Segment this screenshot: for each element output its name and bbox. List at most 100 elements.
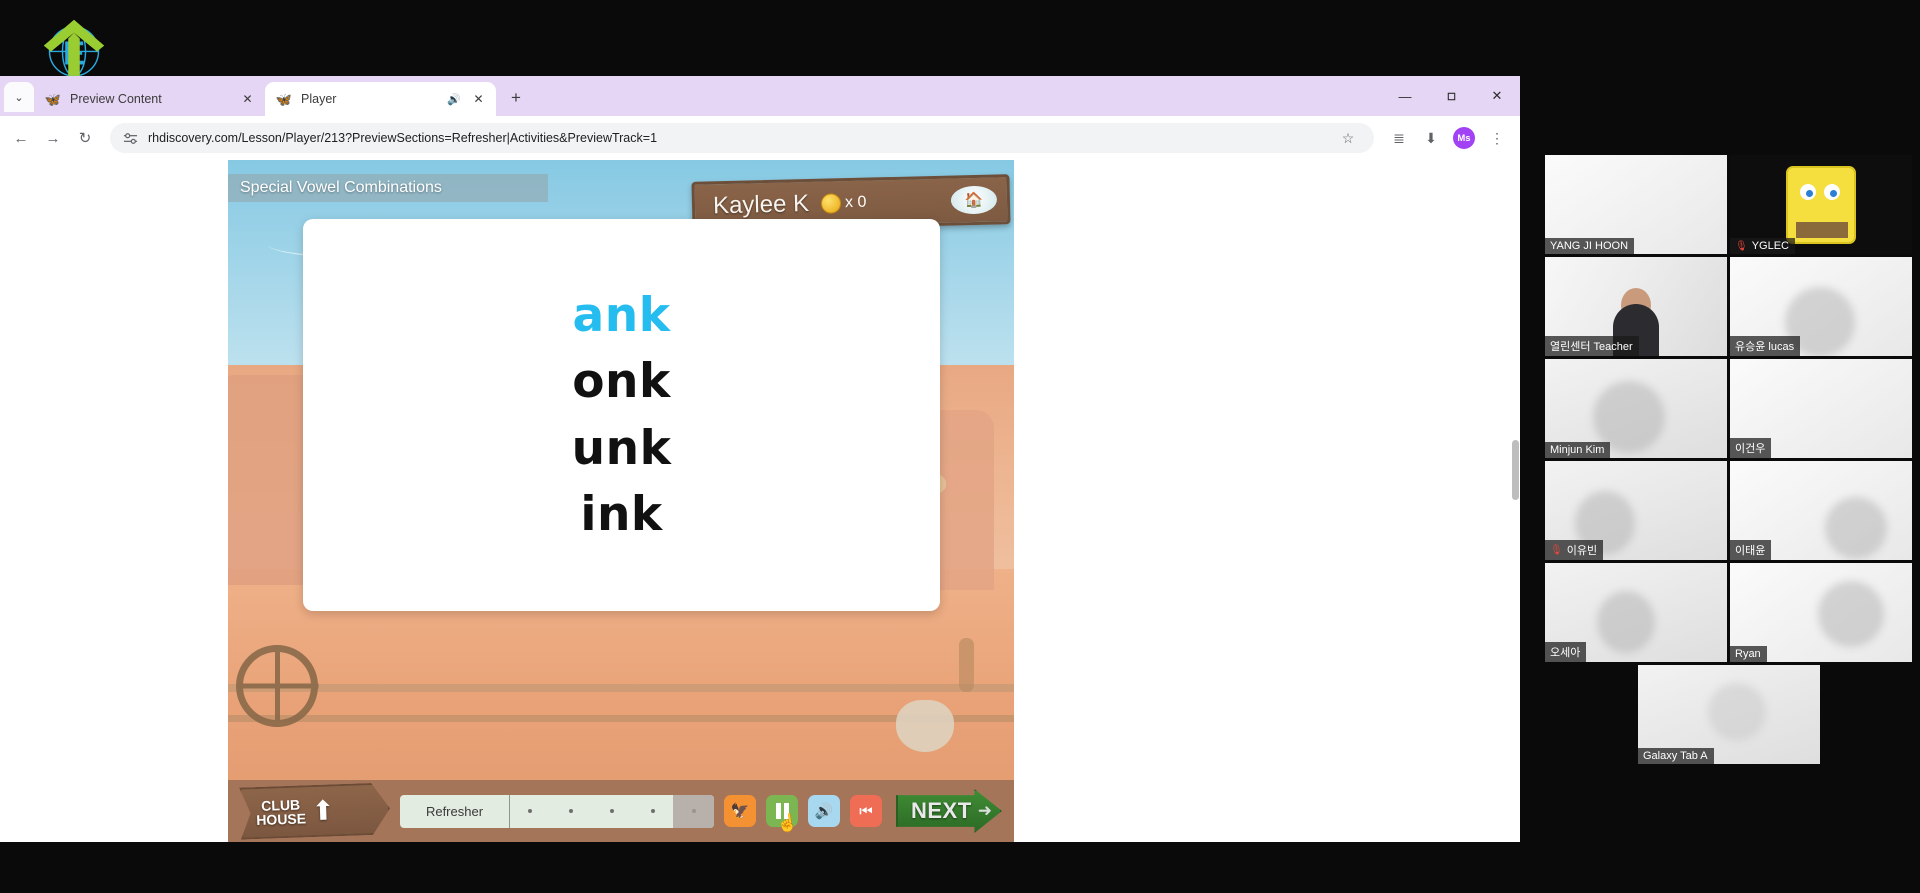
track-segment[interactable] — [510, 794, 551, 828]
word-card: ank onk unk ink — [303, 219, 940, 611]
fence-rail — [228, 684, 1014, 692]
activity-icon-button[interactable]: 🦅 — [724, 795, 756, 827]
word-item-unk[interactable]: unk — [572, 423, 672, 473]
track-dot — [528, 809, 533, 813]
lesson-title-banner: Special Vowel Combinations — [228, 174, 548, 202]
participant-name: Ryan — [1735, 648, 1761, 660]
window-controls: — ✕ — [1382, 76, 1520, 116]
video-row: YANG JI HOON 🎙 YGLEC — [1545, 155, 1913, 254]
track-dot — [569, 809, 574, 813]
participant-label: 이태윤 — [1730, 540, 1772, 560]
blurred-person — [1825, 497, 1887, 559]
tab-close-icon[interactable]: ✕ — [239, 91, 256, 108]
video-tile-galaxy-tab-a[interactable]: Galaxy Tab A — [1638, 665, 1820, 764]
tune-icon — [123, 132, 138, 144]
track-dot — [691, 809, 696, 813]
browser-window: ⌄ 🦋 Preview Content ✕ 🦋 Player 🔊 ✕ + — ✕… — [0, 76, 1520, 842]
video-tile-ryan[interactable]: Ryan — [1730, 563, 1912, 662]
new-tab-button[interactable]: + — [502, 84, 530, 112]
video-tile-oseah[interactable]: 오세아 — [1545, 563, 1727, 662]
tab-search-button[interactable]: ⌄ — [4, 82, 34, 112]
participant-name: 이건우 — [1735, 443, 1766, 455]
video-row: Galaxy Tab A — [1545, 665, 1913, 764]
tab-close-icon[interactable]: ✕ — [470, 91, 487, 108]
scrollbar-thumb[interactable] — [1512, 440, 1519, 500]
video-tile-igeonwoo[interactable]: 이건우 — [1730, 359, 1912, 458]
video-tile-iyubin[interactable]: 🎙 이유빈 — [1545, 461, 1727, 560]
downloads-icon[interactable]: ⬇ — [1416, 123, 1446, 153]
profile-avatar[interactable]: Ms — [1453, 127, 1475, 149]
tab-player[interactable]: 🦋 Player 🔊 ✕ — [265, 82, 496, 116]
video-tile-lucas[interactable]: 유승윤 lucas — [1730, 257, 1912, 356]
clubhouse-button[interactable]: CLUB HOUSE ⬆ — [239, 782, 391, 839]
cactus — [959, 638, 974, 692]
participant-label: 유승윤 lucas — [1730, 336, 1801, 356]
site-settings-icon[interactable] — [122, 130, 139, 147]
video-tile-minjun-kim[interactable]: Minjun Kim — [1545, 359, 1727, 458]
clubhouse-label: CLUB HOUSE — [256, 797, 307, 827]
word-item-onk[interactable]: onk — [572, 357, 671, 407]
video-tile-yglec[interactable]: 🎙 YGLEC — [1730, 155, 1912, 254]
forward-button[interactable]: → — [38, 123, 68, 153]
up-arrow-icon: ⬆ — [311, 794, 335, 826]
page-viewport: Special Vowel Combinations Kaylee K x 0 … — [0, 160, 1520, 842]
url-text[interactable]: rhdiscovery.com/Lesson/Player/213?Previe… — [148, 131, 1325, 145]
tab-label: Player — [301, 92, 337, 106]
mic-muted-icon: 🎙 — [1735, 240, 1748, 252]
blurred-person — [1818, 581, 1884, 647]
track-dot — [609, 809, 614, 813]
next-button[interactable]: NEXT ➜ — [896, 789, 1002, 833]
progress-track[interactable]: Refresher — [400, 794, 714, 828]
participant-name: 이태윤 — [1735, 545, 1766, 557]
pants-icon — [1796, 221, 1848, 238]
participant-label: Minjun Kim — [1545, 442, 1611, 458]
address-bar[interactable]: rhdiscovery.com/Lesson/Player/213?Previe… — [110, 123, 1374, 153]
participant-label: 이건우 — [1730, 438, 1772, 458]
lesson-control-bar: CLUB HOUSE ⬆ Refresher 🦅 🔊 ⏮ NEXT ➜ ☝ — [228, 780, 1014, 842]
page-scrollbar[interactable] — [1511, 160, 1520, 842]
video-tile-yang-ji-hoon[interactable]: YANG JI HOON — [1545, 155, 1727, 254]
minimize-button[interactable]: — — [1382, 76, 1428, 116]
browser-menu-icon[interactable]: ⋮ — [1482, 123, 1512, 153]
participant-label: Galaxy Tab A — [1638, 748, 1714, 764]
participant-name: 이유빈 — [1566, 545, 1598, 557]
bookmark-star-icon[interactable]: ☆ — [1334, 124, 1362, 152]
reload-button[interactable]: ↻ — [70, 123, 100, 153]
pause-button[interactable] — [766, 795, 798, 827]
student-name: Kaylee K — [712, 190, 810, 220]
money-bag — [896, 700, 954, 752]
close-window-button[interactable]: ✕ — [1474, 76, 1520, 116]
participant-name: 오세아 — [1550, 647, 1581, 659]
tab-preview-content[interactable]: 🦋 Preview Content ✕ — [34, 82, 265, 116]
participant-name: Minjun Kim — [1550, 444, 1605, 456]
track-segment[interactable] — [591, 794, 633, 828]
page-title: Special Vowel Combinations — [240, 179, 442, 196]
video-tile-teacher[interactable]: 열린센터 Teacher — [1545, 257, 1727, 356]
video-tile-itaeyun[interactable]: 이태윤 — [1730, 461, 1912, 560]
house-icon[interactable]: 🏠 — [950, 185, 998, 215]
participant-label: 🎙 YGLEC — [1730, 238, 1795, 254]
spongebob-avatar — [1786, 165, 1856, 244]
track-segment[interactable] — [550, 794, 592, 828]
word-item-ink[interactable]: ink — [580, 489, 662, 539]
tab-audio-icon[interactable]: 🔊 — [447, 93, 461, 106]
video-row: 🎙 이유빈 이태윤 — [1545, 461, 1913, 560]
back-button[interactable]: ← — [6, 123, 36, 153]
maximize-button[interactable] — [1428, 76, 1474, 116]
coin-count: x 0 — [844, 193, 867, 212]
right-arrow-icon: ➜ — [977, 801, 992, 820]
participant-name: 열린센터 Teacher — [1550, 341, 1633, 353]
participant-label: 오세아 — [1545, 642, 1587, 662]
tab-label: Preview Content — [70, 92, 162, 106]
word-item-ank[interactable]: ank — [573, 290, 671, 340]
track-dot — [650, 809, 655, 813]
pause-icon — [775, 803, 789, 819]
wagon-wheel — [236, 645, 318, 727]
media-control-icon[interactable]: ≣ — [1384, 123, 1414, 153]
track-segment[interactable] — [632, 794, 674, 828]
blurred-window — [1708, 683, 1766, 741]
rewind-button[interactable]: ⏮ — [850, 795, 882, 827]
volume-button[interactable]: 🔊 — [808, 795, 840, 827]
next-label: NEXT — [911, 798, 972, 823]
track-segment[interactable] — [673, 794, 714, 828]
